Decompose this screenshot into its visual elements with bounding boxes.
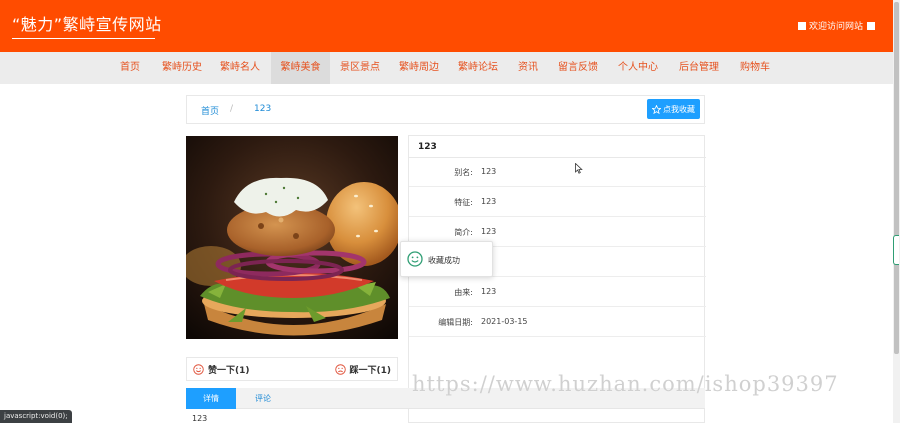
detail-row: 由来: 123	[409, 277, 706, 307]
breadcrumb-separator: /	[230, 104, 234, 114]
detail-label: 特征:	[454, 198, 473, 207]
detail-label: 别名:	[454, 168, 473, 177]
detail-label: 编辑日期:	[438, 318, 473, 327]
burger-image	[186, 136, 398, 339]
nav-item-cart[interactable]: 购物车	[733, 52, 777, 84]
detail-value: 123	[481, 197, 497, 206]
square-icon	[797, 21, 806, 30]
title-underline	[12, 38, 155, 39]
scrollbar-thumb[interactable]	[894, 2, 899, 354]
detail-row: 特征: 123	[409, 187, 706, 217]
toast-message: 收藏成功	[428, 256, 460, 265]
detail-title: 123	[418, 142, 437, 152]
star-icon	[652, 104, 661, 114]
smile-icon	[407, 251, 423, 267]
nav-item-surroundings[interactable]: 繁峙周边	[395, 52, 443, 84]
nav-item-user-center[interactable]: 个人中心	[613, 52, 663, 84]
tab-content: 123	[192, 414, 208, 423]
favorite-button-label: 点我收藏	[663, 104, 695, 114]
site-title[interactable]: “魅力”繁峙宣传网站	[12, 14, 162, 36]
main-nav: 首页 繁峙历史 繁峙名人 繁峙美食 景区景点 繁峙周边 繁峙论坛 资讯 留言反馈…	[0, 52, 893, 84]
cursor-icon	[575, 163, 583, 174]
tab-comments[interactable]: 评论	[238, 388, 288, 409]
nav-item-feedback[interactable]: 留言反馈	[553, 52, 603, 84]
detail-value: 123	[481, 287, 497, 296]
success-toast: 收藏成功	[400, 241, 493, 277]
detail-value: 2021-03-15	[481, 317, 528, 326]
breadcrumb-current[interactable]: 123	[254, 104, 271, 114]
watermark: https://www.huzhan.com/ishop39397	[412, 372, 839, 396]
nav-item-admin[interactable]: 后台管理	[674, 52, 724, 84]
smile-icon	[193, 364, 204, 375]
nav-item-scenic-spots[interactable]: 景区景点	[336, 52, 384, 84]
frown-icon	[334, 364, 346, 375]
nav-item-celebrities[interactable]: 繁峙名人	[216, 52, 264, 84]
detail-label: 简介:	[454, 228, 473, 237]
nav-item-home[interactable]: 首页	[111, 52, 149, 84]
breadcrumb-home-link[interactable]: 首页	[201, 104, 219, 117]
nav-item-forum[interactable]: 繁峙论坛	[454, 52, 502, 84]
side-handle[interactable]	[893, 235, 899, 265]
site-header: “魅力”繁峙宣传网站 欢迎访问网站	[0, 0, 893, 52]
breadcrumb: 首页 / 123 点我收藏	[186, 95, 705, 124]
detail-row: 别名: 123	[409, 157, 706, 187]
dislike-label: 踩一下(1)	[349, 366, 392, 376]
food-photo	[186, 136, 398, 339]
nav-item-history[interactable]: 繁峙历史	[158, 52, 206, 84]
welcome-area: 欢迎访问网站	[797, 19, 875, 32]
nav-item-food[interactable]: 繁峙美食	[271, 52, 330, 84]
page-scrollbar[interactable]	[893, 0, 900, 423]
detail-value: 123	[481, 227, 497, 236]
tab-details[interactable]: 详情	[186, 388, 236, 409]
detail-row: 编辑日期: 2021-03-15	[409, 307, 706, 337]
browser-status-bar: javascript:void(0);	[0, 410, 72, 423]
like-button[interactable]: 赞一下(1)	[193, 363, 250, 376]
vote-bar: 赞一下(1) 踩一下(1)	[186, 357, 398, 381]
nav-item-news[interactable]: 资讯	[511, 52, 545, 84]
square-icon	[867, 21, 875, 30]
dislike-button[interactable]: 踩一下(1)	[334, 363, 392, 376]
welcome-text: 欢迎访问网站	[808, 22, 863, 32]
like-label: 赞一下(1)	[208, 366, 250, 376]
favorite-button[interactable]: 点我收藏	[647, 99, 700, 119]
detail-value: 123	[481, 167, 497, 176]
detail-label: 由来:	[454, 288, 473, 297]
